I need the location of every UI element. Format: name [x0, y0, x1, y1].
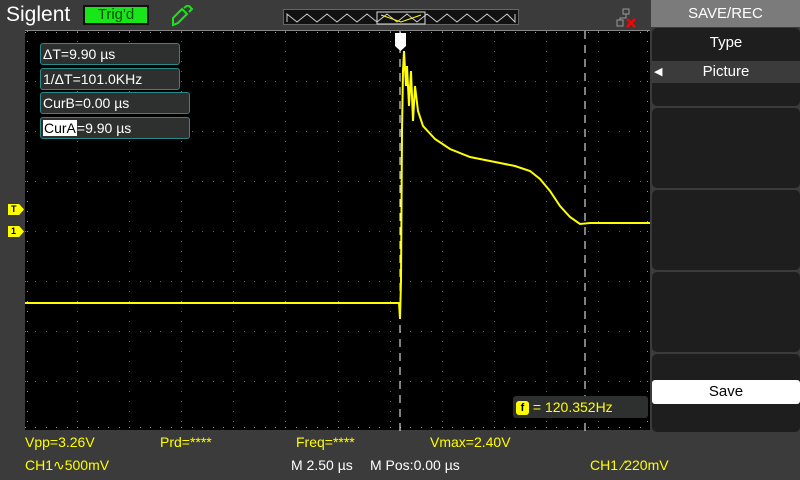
trigger-level-marker[interactable]: T [8, 204, 24, 215]
selector-arrow-icon: ◀ [654, 66, 663, 78]
cursor-a-readout[interactable]: CurA=9.90 µs [40, 117, 190, 139]
measure-period: Prd=**** [160, 434, 212, 450]
cursor-b-readout: CurB=0.00 µs [40, 92, 190, 114]
ch1-trace [25, 31, 650, 431]
type-label: Type [709, 34, 743, 51]
type-value: ◀ Picture [652, 61, 800, 83]
frequency-icon: f [516, 401, 529, 416]
type-value-text: Picture [702, 63, 750, 80]
cursor-inverse-delta-t: 1/ΔT=101.0KHz [40, 68, 180, 90]
horizontal-position: M Pos:0.00 µs [370, 457, 460, 473]
cursor-a-value: =9.90 µs [76, 120, 132, 136]
network-disconnected-icon [616, 8, 636, 28]
channel1-ground-marker[interactable]: 1 [8, 226, 24, 237]
menu-slot-2[interactable] [652, 108, 800, 188]
measure-vmax: Vmax=2.40V [430, 434, 511, 450]
probe-icon [172, 5, 194, 27]
menu-slot-3[interactable] [652, 190, 800, 270]
waveform-display[interactable]: ΔT=9.90 µs 1/ΔT=101.0KHz CurB=0.00 µs Cu… [25, 30, 650, 431]
menu-slot-4[interactable] [652, 272, 800, 352]
trigger-status-badge: Trig'd [83, 5, 149, 25]
frequency-counter: f = 120.352Hz [513, 396, 648, 418]
measure-vpp: Vpp=3.26V [25, 434, 95, 450]
save-button[interactable]: Save [652, 380, 800, 404]
brand-logo: Siglent [6, 3, 71, 26]
trigger-position-marker [395, 33, 406, 51]
menu-title: SAVE/REC [651, 0, 800, 27]
timebase: M 2.50 µs [291, 457, 353, 473]
menu-slot-5: Save [652, 354, 800, 432]
cursor-delta-t: ΔT=9.90 µs [40, 43, 180, 65]
trigger-setting: CH1 ⁄220mV [590, 457, 669, 473]
ch1-scale: CH1∿500mV [25, 457, 110, 473]
menu-type-button[interactable]: Type ◀ Picture [652, 28, 800, 106]
measure-frequency: Freq=**** [296, 434, 355, 450]
cursor-a-label: CurA [43, 120, 77, 136]
frequency-value: = 120.352Hz [532, 399, 613, 415]
waveform-overview-bar[interactable] [283, 6, 519, 25]
